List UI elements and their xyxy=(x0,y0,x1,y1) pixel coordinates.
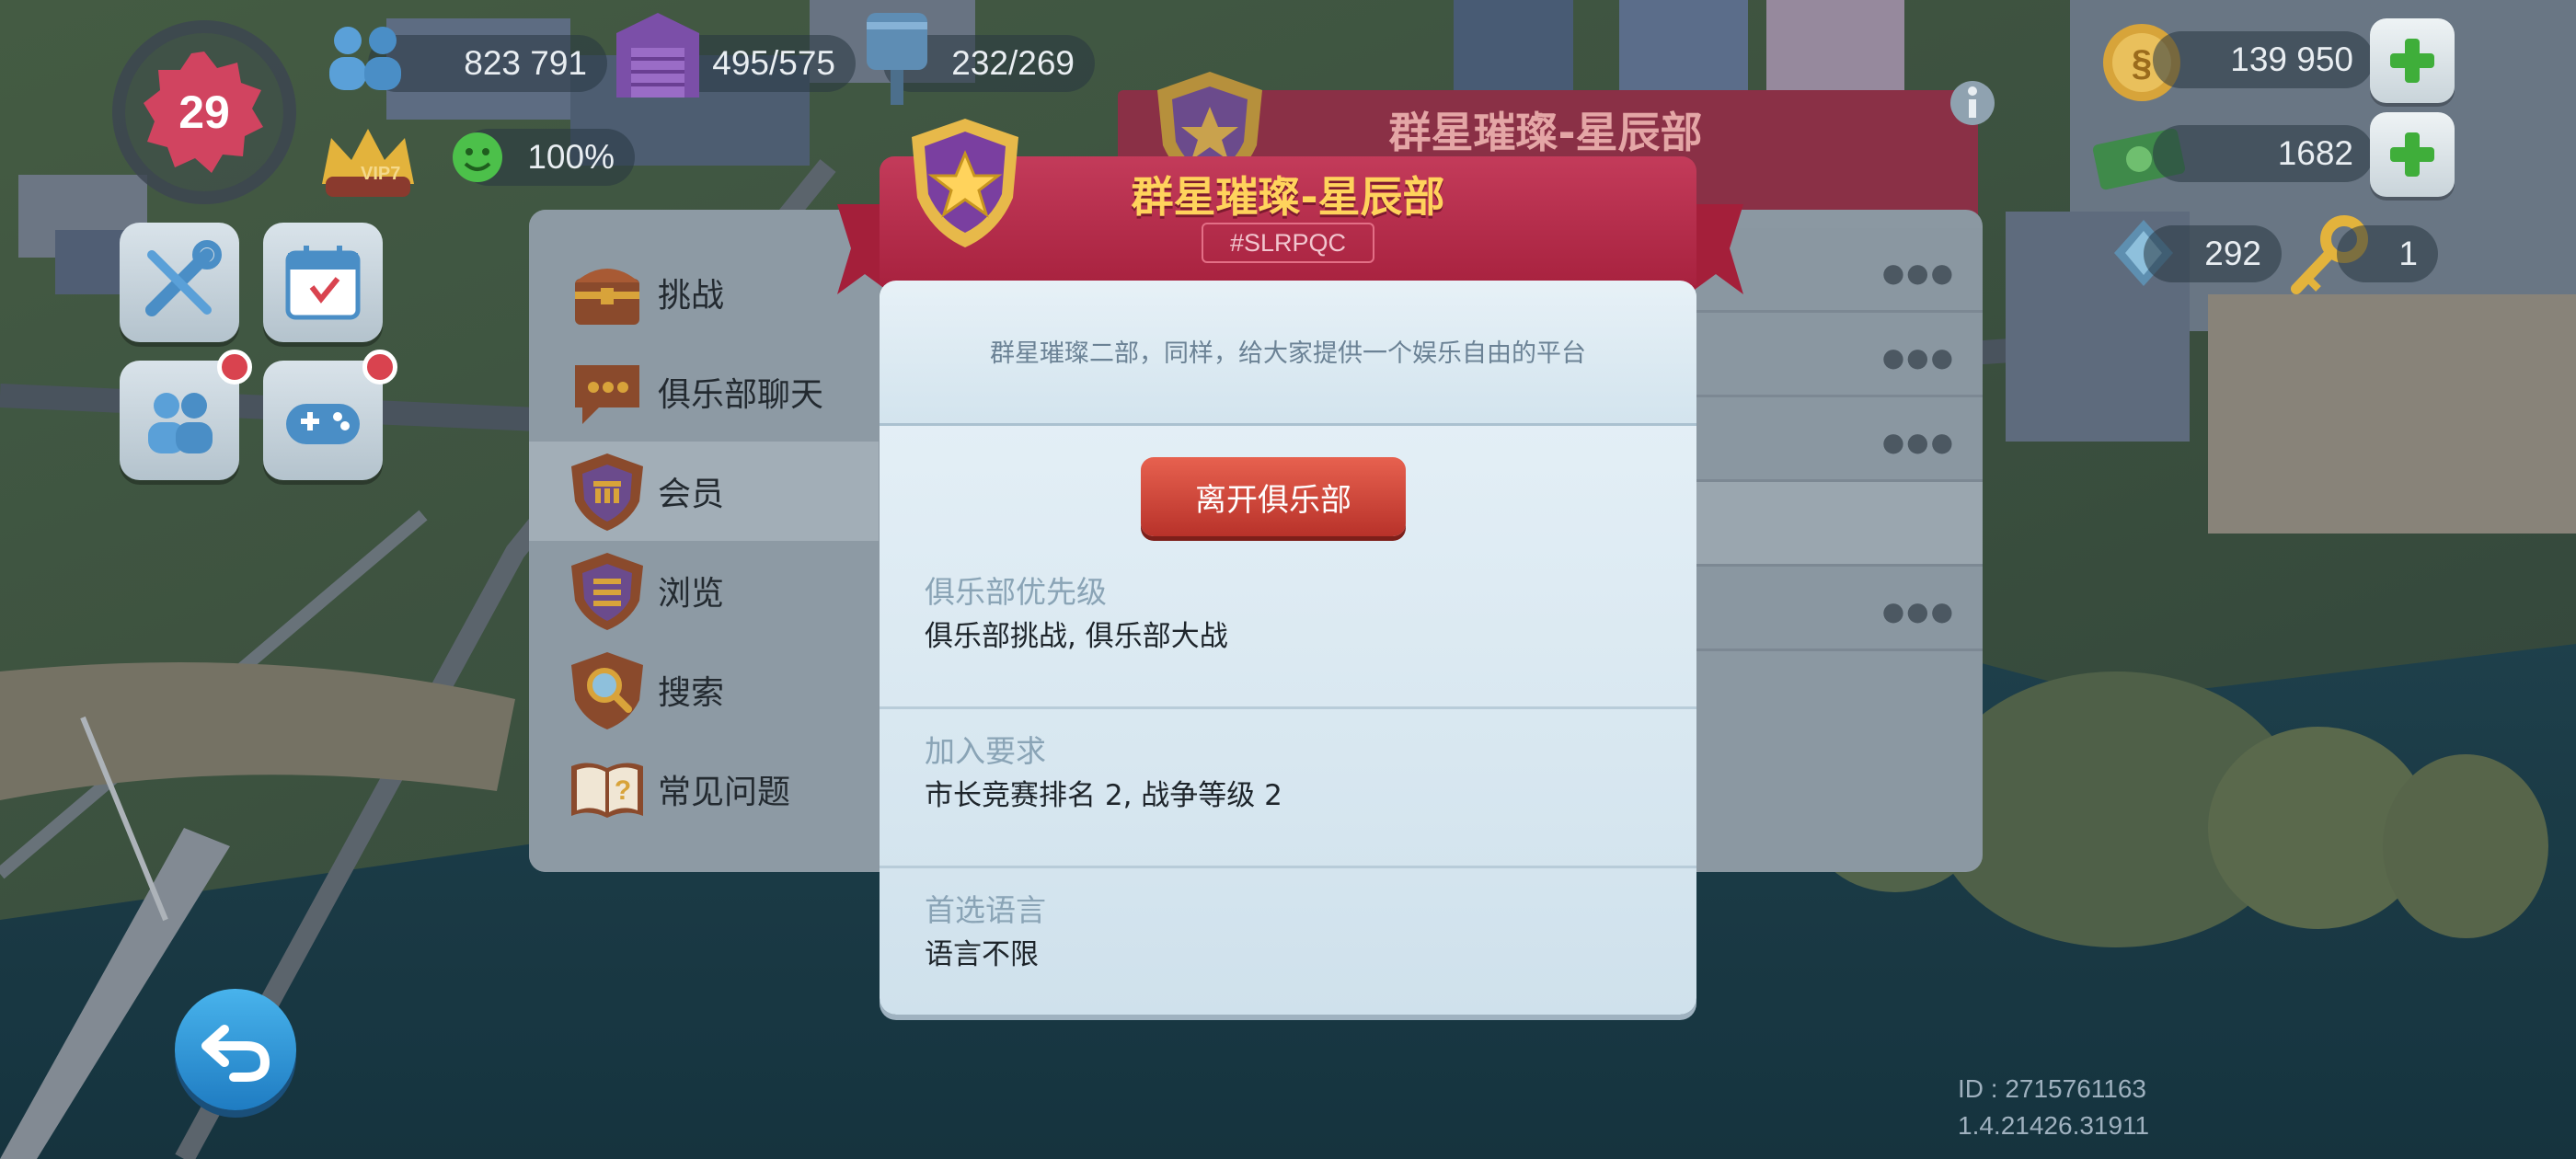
notification-dot xyxy=(362,350,397,384)
club-list-row[interactable] xyxy=(1656,482,1983,567)
neosimoleons-counter: 292 xyxy=(2144,225,2282,282)
water-value: 232/269 xyxy=(951,44,1075,82)
language-value: 语言不限 xyxy=(925,938,1039,971)
club-shield-icon xyxy=(912,119,1018,247)
menu-item-members[interactable]: 会员 xyxy=(529,442,879,541)
divider xyxy=(880,706,1696,709)
club-list-row[interactable]: ●●● xyxy=(1656,567,1983,651)
menu-item-label: 会员 xyxy=(658,476,725,513)
plus-icon xyxy=(2390,39,2434,83)
club-list-row[interactable]: ●●● xyxy=(1656,397,1983,482)
add-simcash-button[interactable] xyxy=(2370,112,2455,197)
menu-item-search[interactable]: 搜索 xyxy=(529,640,879,740)
more-icon[interactable]: ●●● xyxy=(1882,258,1955,288)
menu-item-label: 浏览 xyxy=(658,575,725,613)
population-icon xyxy=(329,27,401,90)
more-icon[interactable]: ●●● xyxy=(1882,596,1955,626)
faq-book-icon: ? xyxy=(571,763,643,818)
vip-label: VIP7 xyxy=(361,164,401,184)
more-icon[interactable]: ●●● xyxy=(1882,427,1955,457)
divider xyxy=(880,866,1696,868)
club-list-row[interactable]: ●●● xyxy=(1656,313,1983,397)
browse-shield-icon xyxy=(571,553,643,630)
storage-value: 495/575 xyxy=(712,44,835,82)
app-version: 1.4.21426.31911 xyxy=(1958,1111,2150,1140)
background-club-title: 群星璀璨-星辰部 xyxy=(1388,108,1703,157)
build-tools-button[interactable] xyxy=(120,223,239,342)
menu-item-club-chat[interactable]: 俱乐部聊天 xyxy=(529,342,879,442)
level-number: 29 xyxy=(178,86,230,138)
calendar-button[interactable] xyxy=(263,223,383,342)
menu-item-label: 搜索 xyxy=(658,674,725,712)
menu-item-label: 俱乐部聊天 xyxy=(658,376,824,414)
neosimoleons-value: 292 xyxy=(2204,235,2261,272)
vip-crown-icon xyxy=(322,129,414,197)
requirements-label: 加入要求 xyxy=(925,733,1046,769)
storage-warehouse-icon xyxy=(616,13,699,98)
requirements-value: 市长竞赛排名 2, 战争等级 2 xyxy=(925,779,1282,812)
menu-item-browse[interactable]: 浏览 xyxy=(529,541,879,640)
people-icon xyxy=(148,393,213,453)
members-shield-icon xyxy=(571,453,643,531)
plus-icon xyxy=(2390,132,2434,177)
calendar-icon xyxy=(285,246,361,320)
gamepad-icon xyxy=(286,404,360,444)
simoleons-value: 139 950 xyxy=(2230,40,2353,78)
info-icon[interactable] xyxy=(1949,79,1996,127)
club-description: 群星璀璨二部，同样，给大家提供一个娱乐自由的平台 xyxy=(990,339,1586,368)
happiness-value: 100% xyxy=(527,138,615,176)
svg-text:§: § xyxy=(2132,43,2152,84)
menu-item-faq[interactable]: ? 常见问题 xyxy=(529,740,879,839)
search-shield-icon xyxy=(571,652,643,729)
simoleons-counter: 139 950 xyxy=(2153,31,2374,88)
menu-item-challenge[interactable]: 挑战 xyxy=(529,243,879,342)
leave-club-button[interactable]: 离开俱乐部 xyxy=(1141,457,1406,536)
menu-item-label: 常见问题 xyxy=(658,774,791,811)
svg-text:?: ? xyxy=(615,775,631,806)
back-arrow-icon xyxy=(201,1025,270,1082)
back-button[interactable] xyxy=(175,989,296,1110)
player-id: ID : 2715761163 xyxy=(1958,1074,2146,1103)
simcash-value: 1682 xyxy=(2277,134,2353,172)
chat-bubble-icon xyxy=(575,365,639,424)
menu-item-label: 挑战 xyxy=(658,277,725,315)
population-value: 823 791 xyxy=(464,44,587,82)
add-simoleons-button[interactable] xyxy=(2370,18,2455,103)
club-title: 群星璀璨-星辰部 xyxy=(1131,172,1445,222)
treasure-chest-icon xyxy=(575,269,639,325)
priority-label: 俱乐部优先级 xyxy=(925,574,1107,610)
water-tower-icon xyxy=(867,13,927,105)
notification-dot xyxy=(217,350,252,384)
club-tag[interactable]: #SLRPQC xyxy=(1202,223,1374,263)
wrench-screwdriver-icon xyxy=(145,240,222,316)
priority-value: 俱乐部挑战, 俱乐部大战 xyxy=(925,620,1228,653)
simcash-counter: 1682 xyxy=(2153,125,2374,182)
happiness-smiley-icon xyxy=(453,132,502,182)
more-icon[interactable]: ●●● xyxy=(1882,342,1955,373)
language-label: 首选语言 xyxy=(925,892,1046,928)
keys-counter: 1 xyxy=(2337,225,2438,282)
contest-button[interactable] xyxy=(263,361,383,480)
keys-value: 1 xyxy=(2398,235,2418,272)
